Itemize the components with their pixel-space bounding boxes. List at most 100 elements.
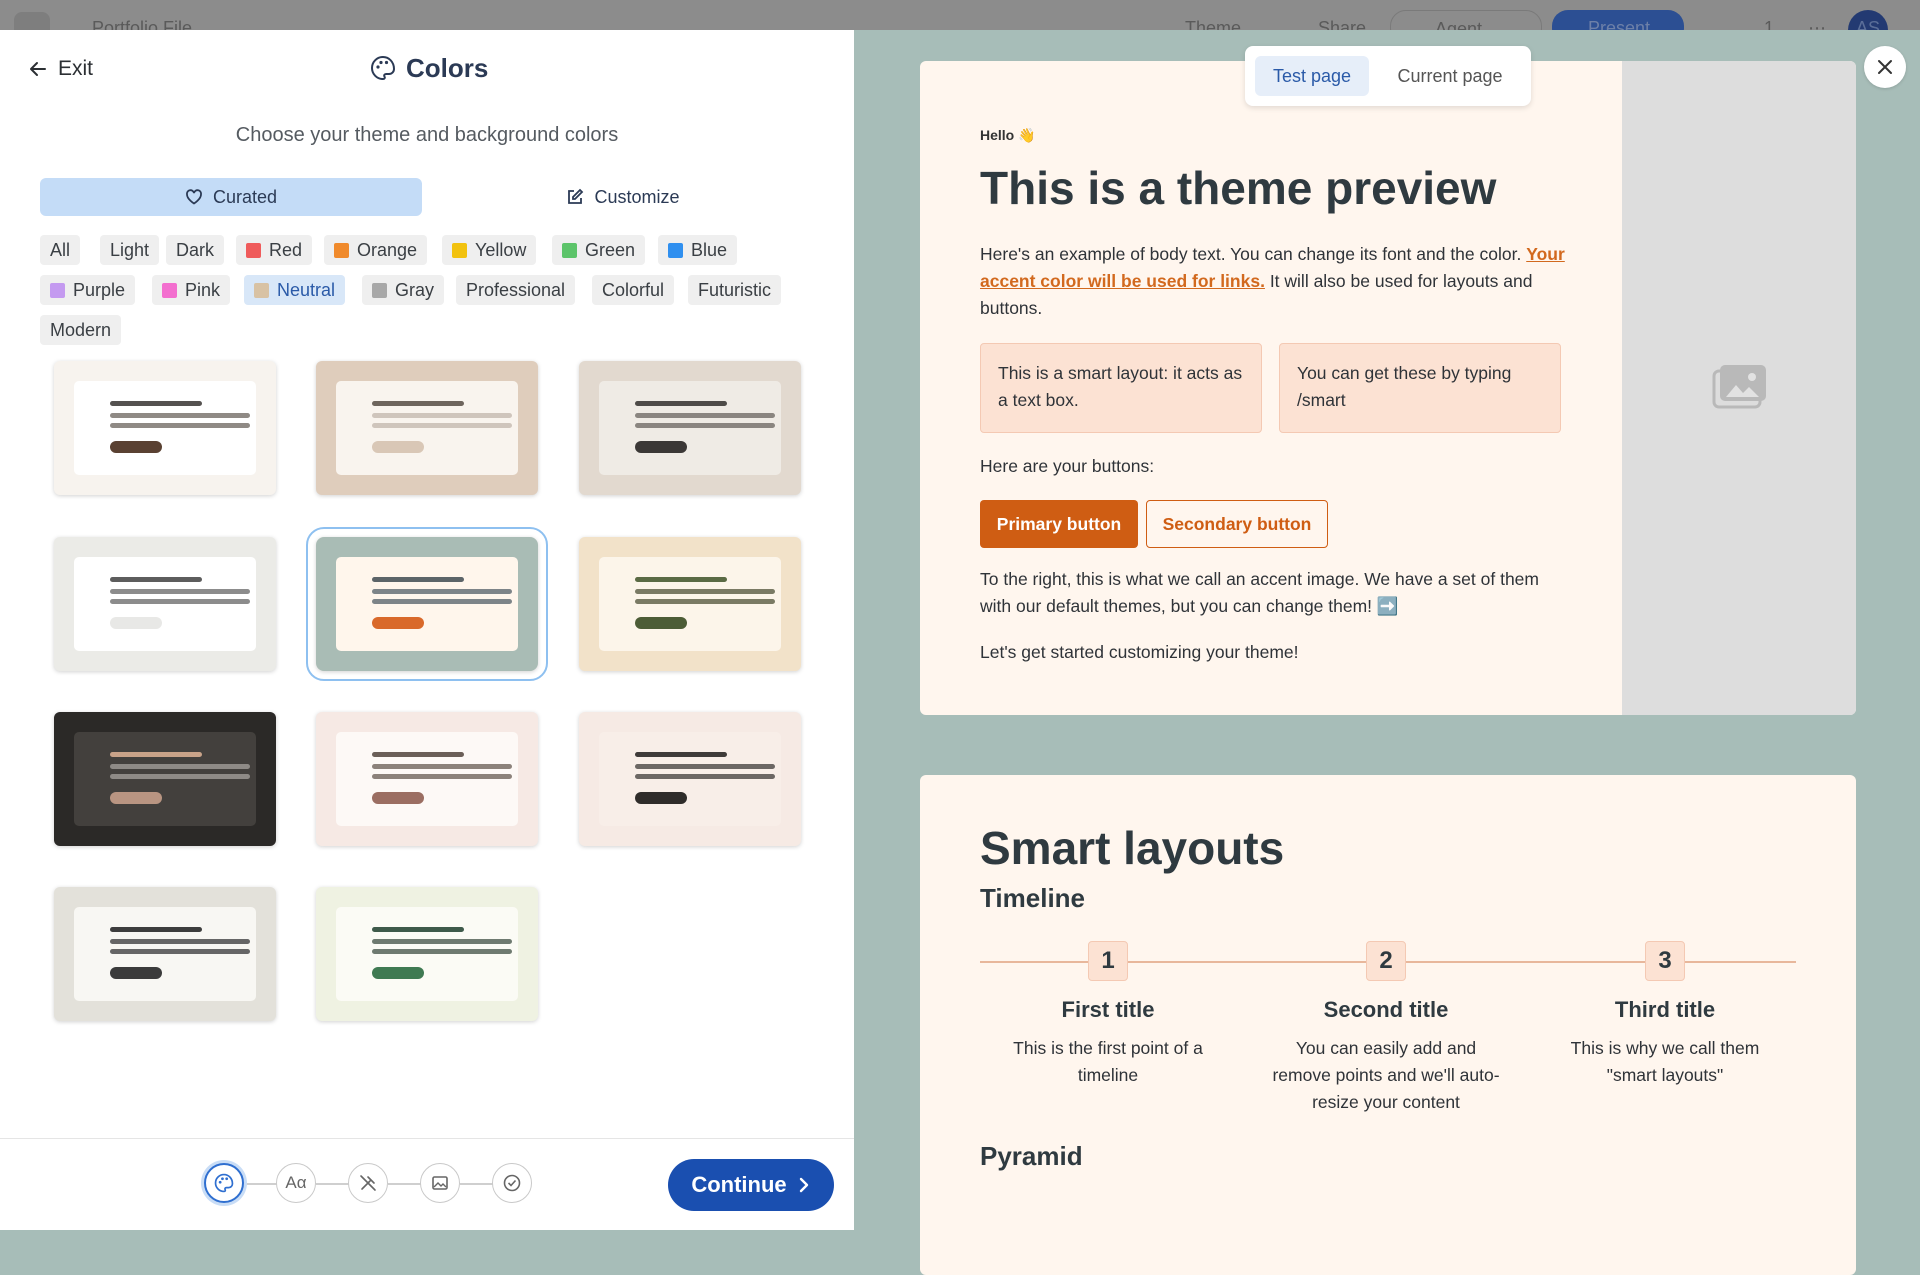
theme-button-sample	[635, 792, 687, 804]
filter-chip-label: Orange	[357, 239, 418, 260]
comment-count[interactable]: 1	[1764, 18, 1774, 30]
filter-chip-gray[interactable]: Gray	[362, 275, 445, 305]
filter-chip-label: Professional	[466, 279, 566, 300]
present-button[interactable]: Present	[1552, 10, 1684, 30]
filter-chip-label: Modern	[50, 319, 112, 340]
filter-chip-neutral[interactable]: Neutral	[244, 275, 346, 305]
timeline-number: 1	[1088, 941, 1128, 981]
filter-chip-label: Colorful	[602, 279, 665, 300]
agent-button[interactable]: Agent	[1390, 10, 1542, 30]
primary-button[interactable]: Primary button	[980, 500, 1138, 548]
theme-button-sample	[110, 967, 162, 979]
filter-chip-orange[interactable]: Orange	[324, 235, 428, 265]
filter-chip-pink[interactable]: Pink	[152, 275, 231, 305]
document-title[interactable]: Portfolio File	[92, 18, 192, 30]
preview-slide-theme: Hello 👋 This is a theme preview Here's a…	[920, 61, 1856, 715]
exit-button[interactable]: Exit	[28, 54, 93, 84]
theme-text-line	[110, 413, 250, 418]
avatar[interactable]: AS	[1848, 10, 1888, 30]
step-fonts[interactable]: Aα	[276, 1163, 316, 1203]
theme-card[interactable]	[316, 361, 538, 495]
preview-page-toggle: Test page Current page	[1245, 46, 1531, 106]
accent-image-text: To the right, this is what we call an ac…	[980, 569, 1539, 616]
close-button[interactable]	[1864, 46, 1906, 88]
tab-curated[interactable]: Curated	[40, 178, 422, 216]
theme-button-sample	[635, 617, 687, 629]
theme-text-line	[110, 401, 202, 406]
filter-chip-label: Purple	[73, 279, 126, 300]
close-icon	[1878, 60, 1892, 74]
smart-layout-box-2[interactable]: You can get these by typing /smart	[1279, 343, 1561, 433]
more-menu-icon[interactable]: ⋯	[1808, 18, 1826, 30]
filter-chip-label: Neutral	[277, 279, 336, 300]
tab-customize[interactable]: Customize	[432, 178, 814, 216]
step-connector	[316, 1183, 352, 1185]
step-colors[interactable]	[204, 1163, 244, 1203]
palette-icon	[214, 1173, 234, 1193]
filter-chip-label: Yellow	[475, 239, 527, 260]
color-swatch-icon	[452, 242, 467, 258]
theme-panel: Exit Colors Choose your theme and backgr…	[0, 30, 854, 1230]
filter-chip-purple[interactable]: Purple	[40, 275, 136, 305]
panel-subtitle: Choose your theme and background colors	[235, 124, 619, 146]
share-button[interactable]: Share	[1318, 18, 1366, 30]
theme-card[interactable]	[579, 537, 801, 671]
tab-current-page[interactable]: Current page	[1379, 56, 1521, 96]
avatar-initials: AS	[1856, 18, 1881, 30]
timeline-item-title: Second title	[1323, 997, 1449, 1022]
theme-card[interactable]	[316, 887, 538, 1021]
closing-text: Let's get started customizing your theme…	[980, 642, 1299, 662]
timeline-number: 2	[1366, 941, 1406, 981]
secondary-button[interactable]: Secondary button	[1146, 500, 1328, 548]
filter-chip-yellow[interactable]: Yellow	[442, 235, 537, 265]
filter-chip-all[interactable]: All	[40, 235, 81, 265]
buttons-intro: Here are your buttons:	[980, 456, 1155, 476]
color-swatch-icon	[562, 242, 577, 258]
theme-card[interactable]	[54, 537, 276, 671]
theme-text-line	[635, 577, 727, 582]
filter-chip-red[interactable]: Red	[236, 235, 313, 265]
theme-button-sample	[110, 792, 162, 804]
exit-label: Exit	[58, 57, 94, 80]
smart-layout-box-1[interactable]: This is a smart layout: it acts as a tex…	[980, 343, 1262, 433]
theme-card[interactable]	[579, 712, 801, 846]
theme-card[interactable]	[54, 712, 276, 846]
theme-card-preview	[74, 732, 256, 826]
app-logo-icon[interactable]	[14, 12, 50, 30]
filter-chip-colorful[interactable]: Colorful	[592, 275, 675, 305]
color-swatch-icon	[372, 282, 387, 298]
tab-test-page[interactable]: Test page	[1255, 56, 1369, 96]
filter-chip-green[interactable]: Green	[552, 235, 646, 265]
theme-menu-label[interactable]: Theme	[1185, 18, 1241, 30]
theme-card-preview	[336, 732, 518, 826]
theme-button-sample	[372, 792, 424, 804]
filter-chip-blue[interactable]: Blue	[658, 235, 738, 265]
theme-card-preview	[599, 732, 781, 826]
theme-button-sample	[372, 967, 424, 979]
theme-text-line	[372, 577, 464, 582]
filter-chip-futuristic[interactable]: Futuristic	[688, 275, 782, 305]
theme-card[interactable]	[54, 361, 276, 495]
step-review[interactable]	[492, 1163, 532, 1203]
step-images[interactable]	[420, 1163, 460, 1203]
theme-card[interactable]	[579, 361, 801, 495]
theme-card[interactable]	[316, 712, 538, 846]
theme-card-preview	[74, 381, 256, 475]
theme-text-line	[635, 423, 775, 428]
continue-button[interactable]: Continue	[668, 1159, 834, 1211]
color-swatch-icon	[246, 242, 261, 258]
filter-chip-professional[interactable]: Professional	[456, 275, 576, 305]
theme-card-preview	[336, 381, 518, 475]
timeline-item-title: Third title	[1614, 997, 1716, 1022]
smart-layouts-title: Smart layouts	[980, 822, 1285, 874]
theme-card[interactable]	[54, 887, 276, 1021]
filter-chip-modern[interactable]: Modern	[40, 315, 122, 345]
step-styles[interactable]	[348, 1163, 388, 1203]
filter-chip-label: Dark	[176, 239, 215, 260]
timeline-heading: Timeline	[980, 883, 1086, 913]
filter-chip-light[interactable]: Light	[100, 235, 160, 265]
filter-chip-dark[interactable]: Dark	[166, 235, 225, 265]
filter-chip-label: Gray	[395, 279, 435, 300]
theme-text-line	[372, 589, 512, 594]
theme-card[interactable]	[306, 527, 548, 681]
